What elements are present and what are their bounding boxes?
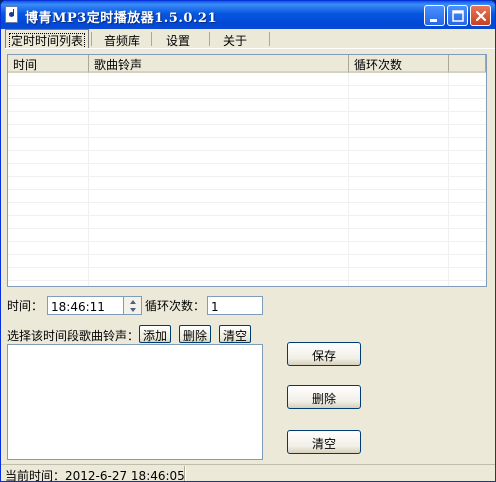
close-icon (475, 10, 487, 22)
minimize-icon (430, 19, 437, 22)
song-select-label: 选择该时间段歌曲铃声： (7, 329, 140, 343)
column-label: 循环次数 (354, 58, 403, 72)
column-header-song[interactable]: 歌曲铃声 (89, 55, 349, 73)
tab-baseline (5, 48, 495, 49)
tab-label: 定时时间列表 (8, 33, 85, 49)
add-song-button[interactable]: 添加 (139, 325, 171, 343)
time-spinner (124, 296, 142, 315)
tab-divider (269, 32, 270, 46)
status-divider-highlight (185, 466, 186, 481)
tab-divider (209, 32, 210, 46)
tab-divider (151, 32, 152, 46)
tab-divider (91, 32, 92, 46)
schedule-list[interactable]: 时间 歌曲铃声 循环次数 (7, 54, 487, 287)
list-body[interactable] (8, 73, 486, 286)
status-bar: 当前时间：2012-6-27 18:46:05 (1, 464, 495, 482)
loop-count-label: 循环次数： (145, 299, 206, 313)
song-list[interactable] (7, 344, 263, 460)
tab-label: 设置 (165, 34, 190, 48)
clear-button[interactable]: 清空 (287, 430, 361, 454)
tab-schedule-list[interactable]: 定时时间列表 (5, 29, 89, 49)
maximize-button[interactable] (447, 5, 468, 26)
tab-about[interactable]: 关于 (211, 30, 259, 49)
minimize-button[interactable] (424, 5, 445, 26)
column-gridline (348, 73, 349, 286)
app-window: 博青MP3定时播放器1.5.0.21 定时时间列表 音频库 设置 关于 时间 歌… (0, 0, 496, 482)
tab-strip: 定时时间列表 音频库 设置 关于 (5, 29, 495, 49)
tab-label: 音频库 (103, 34, 140, 48)
column-gridline (448, 73, 449, 286)
current-time-status: 当前时间：2012-6-27 18:46:05 (5, 469, 185, 482)
music-note-icon (5, 6, 18, 23)
delete-song-button[interactable]: 删除 (179, 325, 211, 343)
column-gridline (88, 73, 89, 286)
column-header-time[interactable]: 时间 (8, 55, 89, 73)
tab-label: 关于 (222, 34, 247, 48)
spin-down-icon[interactable] (125, 306, 141, 314)
tab-audio-library[interactable]: 音频库 (93, 30, 151, 49)
column-label: 时间 (13, 58, 38, 72)
time-input[interactable] (47, 296, 124, 315)
list-header: 时间 歌曲铃声 循环次数 (8, 55, 486, 73)
clear-songs-button[interactable]: 清空 (219, 325, 251, 343)
window-title: 博青MP3定时播放器1.5.0.21 (25, 11, 218, 26)
column-header-loop-count[interactable]: 循环次数 (349, 55, 449, 73)
column-header-extra[interactable] (449, 55, 486, 73)
time-label: 时间： (7, 299, 44, 313)
tab-settings[interactable]: 设置 (153, 30, 203, 49)
close-button[interactable] (470, 5, 491, 26)
maximize-icon (452, 10, 464, 22)
spin-up-icon[interactable] (125, 298, 141, 306)
save-button[interactable]: 保存 (287, 342, 361, 366)
delete-button[interactable]: 删除 (287, 385, 361, 409)
loop-count-input[interactable] (207, 296, 263, 315)
title-bar[interactable]: 博青MP3定时播放器1.5.0.21 (1, 1, 495, 29)
column-label: 歌曲铃声 (94, 58, 143, 72)
